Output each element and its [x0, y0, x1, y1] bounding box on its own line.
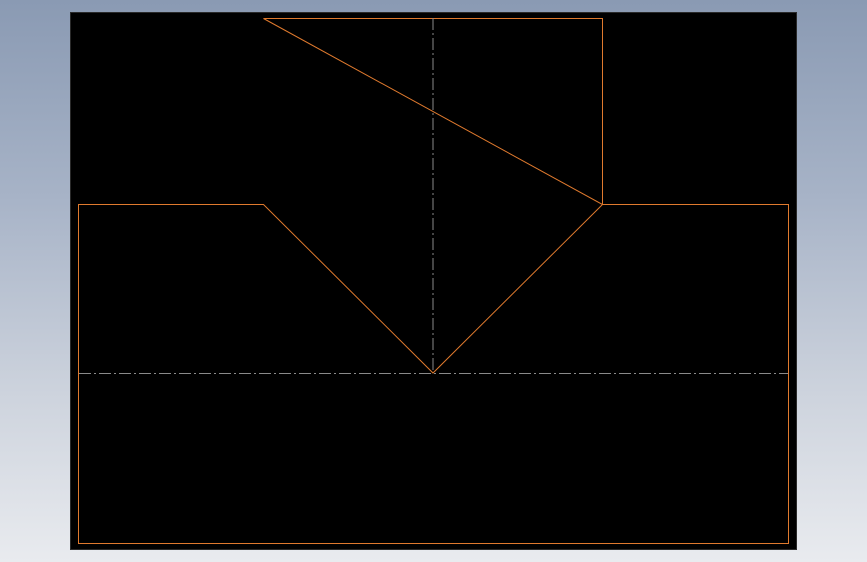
drawing-viewport[interactable] — [71, 13, 796, 549]
drawing-canvas[interactable] — [71, 13, 796, 549]
